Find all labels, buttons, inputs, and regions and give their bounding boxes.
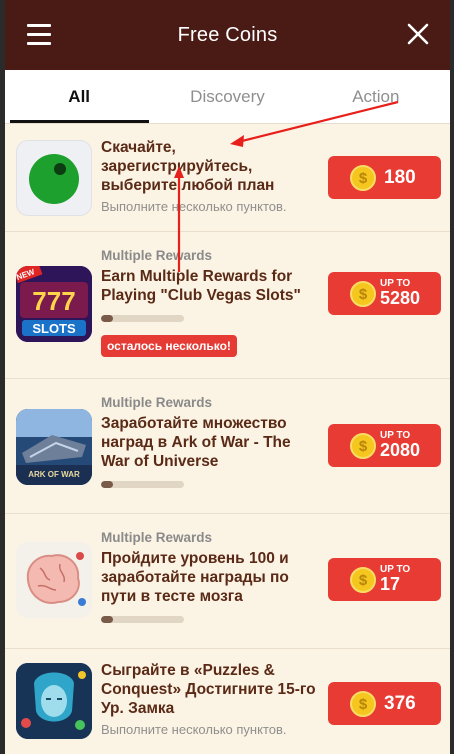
- offer-title: Заработайте множество наград в Ark of Wa…: [101, 415, 291, 470]
- progress-bar: [101, 481, 184, 488]
- top-bar: Free Coins: [5, 0, 450, 70]
- hamburger-menu-icon[interactable]: [27, 24, 51, 45]
- coin-icon: $: [350, 691, 376, 717]
- svg-text:SLOTS: SLOTS: [32, 321, 76, 336]
- reward-button[interactable]: $ UP TO 17: [328, 558, 441, 601]
- offer-title: Сыграйте в «Puzzles & Conquest» Достигни…: [101, 662, 316, 717]
- offer-item[interactable]: 777 SLOTS NEW Multiple Rewards Earn Mult…: [5, 232, 450, 379]
- reward-button[interactable]: $ UP TO 2080: [328, 424, 441, 467]
- svg-text:ARK OF WAR: ARK OF WAR: [28, 470, 80, 479]
- offer-subtitle: Multiple Rewards: [101, 395, 213, 410]
- offer-item[interactable]: Скачайте, зарегистрируйтесь, выберите лю…: [5, 124, 450, 232]
- progress-bar: [101, 315, 184, 322]
- green-ball-app-icon: [16, 140, 92, 216]
- reward-amount: 2080: [380, 440, 421, 460]
- vegas-slots-777-icon: 777 SLOTS NEW: [16, 266, 92, 342]
- reward-button[interactable]: $ 180: [328, 156, 441, 199]
- offer-item[interactable]: Сыграйте в «Puzzles & Conquest» Достигни…: [5, 649, 450, 754]
- offer-hint: Выполните несколько пунктов.: [101, 199, 287, 214]
- tab-action[interactable]: Action: [302, 70, 450, 123]
- screen-frame: Free Coins All Discovery Action Скачайте…: [0, 0, 454, 754]
- coin-icon: $: [350, 433, 376, 459]
- app-window: Free Coins All Discovery Action Скачайте…: [5, 0, 450, 754]
- offer-title: Earn Multiple Rewards for Playing "Club …: [101, 268, 301, 304]
- coin-icon: $: [350, 281, 376, 307]
- reward-button[interactable]: $ 376: [328, 682, 441, 725]
- page-title: Free Coins: [177, 23, 278, 46]
- reward-button[interactable]: $ UP TO 5280: [328, 272, 441, 315]
- brain-test-icon: [16, 542, 92, 618]
- svg-text:777: 777: [32, 286, 75, 316]
- offer-title: Скачайте, зарегистрируйтесь, выберите лю…: [101, 139, 275, 194]
- category-tabs: All Discovery Action: [5, 70, 450, 124]
- close-icon[interactable]: [406, 22, 430, 46]
- offer-subtitle: Multiple Rewards: [101, 530, 213, 545]
- tab-discovery[interactable]: Discovery: [153, 70, 301, 123]
- reward-amount: 180: [384, 167, 416, 188]
- puzzles-conquest-icon: [16, 663, 92, 739]
- offer-list: Скачайте, зарегистрируйтесь, выберите лю…: [5, 124, 450, 754]
- progress-bar: [101, 616, 184, 623]
- offer-item[interactable]: Multiple Rewards Пройдите уровень 100 и …: [5, 514, 450, 649]
- coin-icon: $: [350, 567, 376, 593]
- offer-item[interactable]: ARK OF WAR Multiple Rewards Заработайте …: [5, 379, 450, 514]
- tab-all[interactable]: All: [5, 70, 153, 123]
- offer-hint: Выполните несколько пунктов.: [101, 722, 287, 737]
- coin-icon: $: [350, 165, 376, 191]
- reward-amount: 5280: [380, 288, 421, 308]
- status-badge: осталось несколько!: [101, 335, 237, 357]
- reward-amount: 17: [380, 574, 401, 594]
- offer-title: Пройдите уровень 100 и заработайте награ…: [101, 550, 289, 605]
- offer-subtitle: Multiple Rewards: [101, 248, 213, 263]
- ark-of-war-icon: ARK OF WAR: [16, 409, 92, 485]
- reward-amount: 376: [384, 693, 416, 714]
